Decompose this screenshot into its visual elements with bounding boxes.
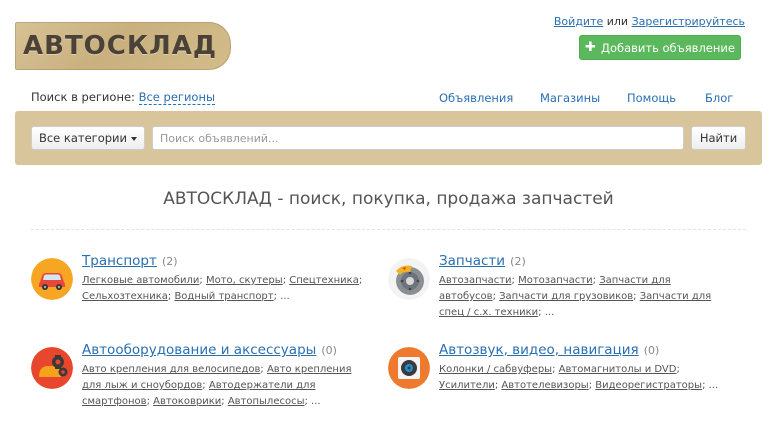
page-title: АВТОСКЛАД - поиск, покупка, продажа запч…: [163, 189, 614, 209]
subcategory-link[interactable]: Сельхозтехника: [82, 291, 168, 302]
subcategory-list: Авто крепления для велосипедов; Авто кре…: [82, 364, 352, 407]
subcategory-link[interactable]: Автотелевизоры: [501, 380, 588, 391]
more-ellipsis: ...: [544, 307, 555, 318]
more-ellipsis: ...: [280, 291, 290, 302]
nav-blog[interactable]: Блог: [705, 91, 733, 105]
subcategory-link[interactable]: Мотозапчасти: [518, 275, 593, 286]
logo-text: АВТОСКЛАД: [23, 31, 217, 61]
subcategory-list: Легковые автомобили; Мото, скутеры; Спец…: [82, 275, 363, 302]
more-ellipsis: ...: [311, 396, 321, 407]
gears-icon[interactable]: [31, 347, 73, 389]
category-title[interactable]: Транспорт: [82, 253, 157, 269]
plus-icon: ✚: [585, 40, 596, 55]
auth-or: или: [606, 15, 629, 28]
category-dropdown[interactable]: Все категории: [31, 126, 145, 150]
auth-links: Войдите или Зарегистрируйтесь: [554, 15, 745, 28]
subcategory-list: Колонки / сабвуферы; Автомагнитолы и DVD…: [439, 364, 719, 391]
search-button[interactable]: Найти: [691, 126, 746, 150]
nav-ads[interactable]: Объявления: [439, 91, 513, 105]
subcategory-link[interactable]: Колонки / сабвуферы: [439, 364, 552, 375]
nav-help[interactable]: Помощь: [627, 91, 676, 105]
region-link[interactable]: Все регионы: [138, 90, 216, 105]
category-title[interactable]: Автооборудование и аксессуары: [82, 342, 316, 358]
subcategory-link[interactable]: Спецтехника: [289, 275, 359, 286]
more-ellipsis: ...: [708, 380, 719, 391]
subcategory-link[interactable]: Автомагнитолы и DVD: [559, 364, 677, 375]
site-logo[interactable]: АВТОСКЛАД: [15, 22, 231, 70]
add-listing-label: Добавить объявление: [600, 40, 735, 55]
subcategory-link[interactable]: Видеорегистраторы: [595, 380, 702, 391]
register-link[interactable]: Зарегистрируйтесь: [632, 15, 745, 28]
subcategory-link[interactable]: Авто крепления для велосипедов: [82, 364, 260, 375]
subcategory-link[interactable]: Усилители: [439, 380, 495, 391]
subcategory-link[interactable]: Автопылесосы: [228, 396, 305, 407]
car-icon[interactable]: [31, 258, 73, 300]
subcategory-link[interactable]: Мото, скутеры: [206, 275, 283, 286]
subcategory-link[interactable]: Запчасти для грузовиков: [499, 291, 633, 302]
subcategory-link[interactable]: Водный транспорт: [174, 291, 273, 302]
subcategory-link[interactable]: Автозапчасти: [439, 275, 512, 286]
caret-down-icon: [131, 137, 138, 141]
category-count: (0): [643, 344, 660, 357]
search-input[interactable]: [152, 126, 684, 150]
category-count: (2): [510, 255, 526, 268]
region-label: Поиск в регионе:: [31, 90, 135, 104]
subcategory-link[interactable]: Автоковрики: [153, 396, 221, 407]
category-title[interactable]: Запчасти: [439, 253, 505, 269]
subcategory-list: Автозапчасти; Мотозапчасти; Запчасти для…: [439, 275, 712, 318]
search-bar: Все категории Найти: [15, 111, 762, 165]
divider: [31, 229, 746, 230]
add-listing-button[interactable]: ✚ Добавить объявление: [579, 35, 741, 60]
login-link[interactable]: Войдите: [554, 15, 603, 28]
category-dropdown-label: Все категории: [38, 131, 128, 145]
category-count: (2): [161, 255, 178, 268]
category-count: (0): [321, 344, 337, 357]
nav-shops[interactable]: Магазины: [540, 91, 600, 105]
speaker-icon[interactable]: [388, 347, 430, 389]
subcategory-link[interactable]: Легковые автомобили: [82, 275, 199, 286]
brake-disc-icon[interactable]: [388, 258, 430, 300]
category-title[interactable]: Автозвук, видео, навигация: [439, 342, 639, 358]
region-selector: Поиск в регионе: Все регионы: [31, 90, 216, 105]
